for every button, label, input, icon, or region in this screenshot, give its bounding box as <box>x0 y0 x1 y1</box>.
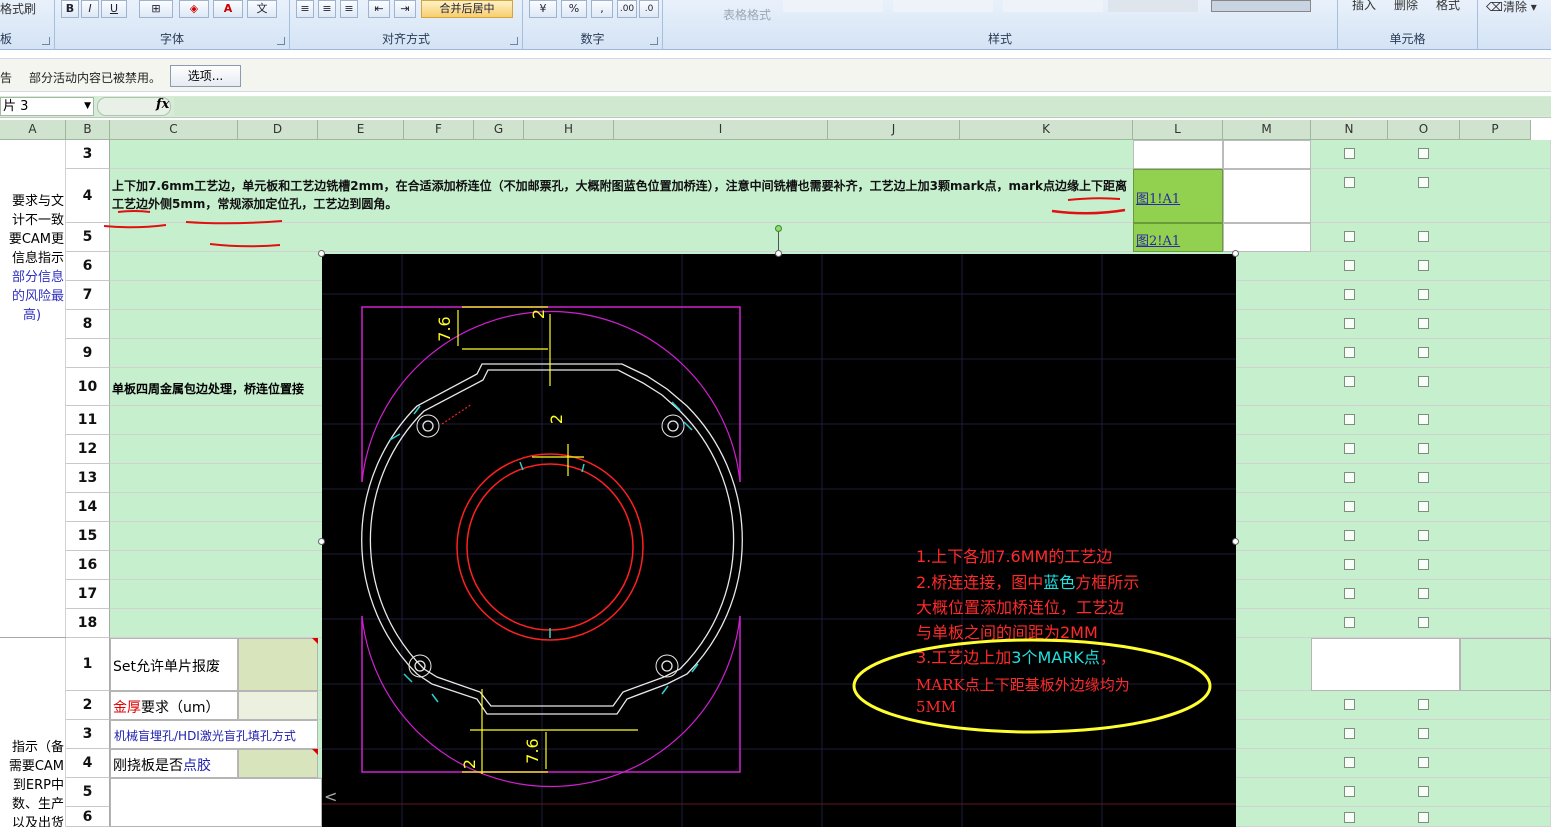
dimension-labels: 7.6 2 2 2 7.6 <box>435 309 566 769</box>
note-5-c: ， <box>1100 648 1116 667</box>
note-line-5: 3.工艺边上加3个MARK点， <box>916 648 1116 667</box>
note-line-1: 1.上下各加7.6MM的工艺边 <box>916 547 1112 566</box>
note-5-a: 3.工艺边上加 <box>916 648 1011 667</box>
red-underline <box>209 243 281 248</box>
crosshair-icon: < <box>324 787 337 806</box>
resize-handle[interactable] <box>1232 250 1239 257</box>
cad-drawing: 7.6 2 2 2 7.6 1.上下各加7.6MM的工艺边 2.桥连连接，图中蓝… <box>322 254 1236 827</box>
note-line-3: 大概位置添加桥连位，工艺边 <box>916 598 1124 617</box>
dim-top-slot: 2 <box>529 309 548 319</box>
note-5-b: 3个MARK点 <box>1011 648 1100 667</box>
note-line-7: 5MM <box>916 698 956 716</box>
cad-grid <box>322 254 1236 827</box>
dim-inner-slot: 2 <box>547 414 566 424</box>
resize-handle[interactable] <box>318 538 325 545</box>
resize-handle[interactable] <box>775 250 782 257</box>
resize-handle[interactable] <box>318 250 325 257</box>
cad-drawing-image[interactable]: 7.6 2 2 2 7.6 1.上下各加7.6MM的工艺边 2.桥连连接，图中蓝… <box>322 254 1236 827</box>
dim-top-margin: 7.6 <box>435 316 454 341</box>
red-underline <box>1067 197 1121 201</box>
rotate-handle[interactable] <box>775 225 782 232</box>
note-2-c: 方框所示 <box>1075 573 1139 592</box>
note-2-b: 蓝色 <box>1043 573 1075 592</box>
red-underline <box>103 224 167 229</box>
note-line-2: 2.桥连连接，图中蓝色方框所示 <box>916 573 1139 592</box>
rotate-handle-stem <box>778 232 779 250</box>
dim-bottom-margin: 7.6 <box>523 738 542 763</box>
inner-ring <box>456 453 644 641</box>
excel-window: 格式刷 板 B I U ⊞ ◈ A 文 字体 ≡ ≡ ≡ ⇤ ⇥ 合并后居中 对… <box>0 0 1551 827</box>
red-underline <box>185 220 283 225</box>
drawing-notes: 1.上下各加7.6MM的工艺边 2.桥连连接，图中蓝色方框所示 大概位置添加桥连… <box>916 547 1139 716</box>
dim-bottom-slot: 2 <box>460 759 479 769</box>
note-2-a: 2.桥连连接，图中 <box>916 573 1043 592</box>
red-underline <box>1051 208 1126 215</box>
bridge-marks <box>389 401 699 703</box>
note-line-6: MARK点上下距基板外边缘均为 <box>916 676 1130 694</box>
resize-handle[interactable] <box>1232 538 1239 545</box>
red-underline <box>117 210 151 213</box>
